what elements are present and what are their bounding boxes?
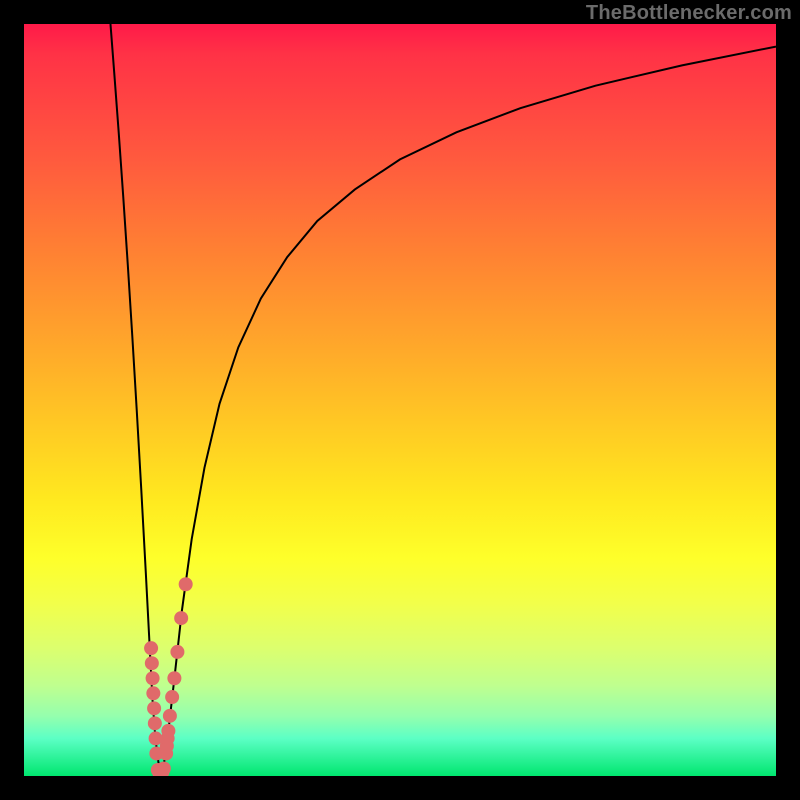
curve-right-branch [161,47,776,776]
marker-dot [179,577,193,591]
marker-dot [146,686,160,700]
marker-dot [161,724,175,738]
marker-dot [163,709,177,723]
data-markers [144,577,193,776]
marker-dot [148,716,162,730]
watermark-label: TheBottlenecker.com [586,2,792,25]
marker-dot [147,701,161,715]
marker-dot [167,671,181,685]
marker-dot [146,671,160,685]
chart-frame: TheBottlenecker.com [0,0,800,800]
chart-svg [24,24,776,776]
marker-dot [144,641,158,655]
curve-right [161,47,776,776]
plot-area [24,24,776,776]
marker-dot [165,690,179,704]
marker-dot [145,656,159,670]
marker-dot [170,645,184,659]
marker-dot [174,611,188,625]
marker-dot [157,761,171,775]
